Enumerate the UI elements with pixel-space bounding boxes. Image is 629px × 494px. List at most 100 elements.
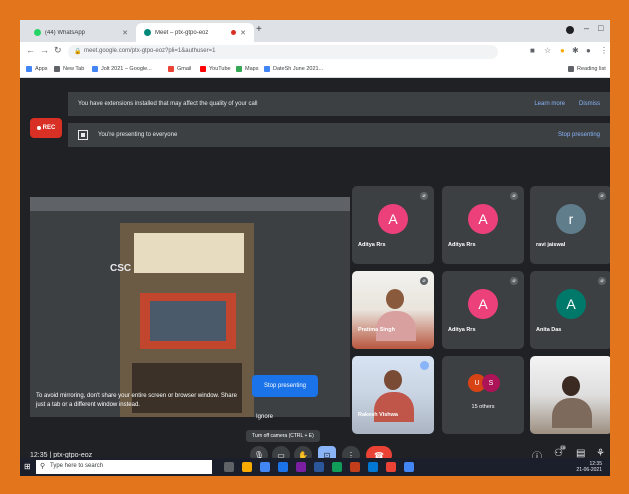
mic-off-icon: ⌀ [598,192,606,200]
address-bar-row: ← → ↻ 🔒 meet.google.com/ptx-gtpo-eoz?pli… [20,42,610,62]
mic-off-icon: ⌀ [420,277,428,285]
others-count: 15 others [471,404,495,410]
bookmark-apps[interactable]: Apps [26,66,48,72]
camera-in-use-icon[interactable]: ■ [530,46,535,55]
menu-icon[interactable]: ⋮ [600,46,608,55]
bookmark-youtube[interactable]: YouTube [200,66,231,72]
app-icon[interactable] [296,462,306,472]
maps-icon [236,66,242,72]
tab-search-icon[interactable] [566,26,574,34]
participant-tile[interactable]: A ⌀ Aditya Rrs [442,271,524,349]
stop-presenting-button[interactable]: Stop presenting [252,375,318,397]
document-photo [150,301,226,341]
extension-icon[interactable]: ● [560,46,565,55]
avatar: A [468,204,498,234]
person-head [562,376,580,396]
mic-off-icon: ⌀ [420,192,428,200]
bookmark-gmail[interactable]: Gmail [168,66,191,72]
banner-text: You're presenting to everyone [98,132,178,138]
bookmark-maps[interactable]: Maps [236,66,258,72]
app-icon[interactable] [386,462,396,472]
participant-tile[interactable]: ⌀ Pratima Singh [352,271,434,349]
tab-whatsapp[interactable]: (44) WhatsApp ✕ [26,23,136,42]
participant-tile[interactable]: r ⌀ ravi jaiswal [530,186,610,264]
people-count-badge: 18 [559,445,566,450]
present-screen-icon [78,130,88,140]
shared-window-toolbar [30,197,350,211]
search-placeholder: Type here to search [50,463,104,469]
new-tab-button[interactable]: + [256,24,262,35]
system-tray-clock[interactable]: 12:35 21-06-2021 [576,461,602,473]
avatar: A [556,289,586,319]
participant-name: Anita Das [536,327,562,333]
ignore-button[interactable]: Ignore [256,414,273,420]
edge-icon[interactable] [368,462,378,472]
learn-more-link[interactable]: Learn more [534,101,565,107]
close-icon[interactable]: ✕ [122,29,128,37]
app-icon[interactable] [404,462,414,472]
self-tile[interactable] [530,356,610,434]
windows-start-icon[interactable]: ⊞ [24,462,34,472]
person-head [386,289,404,309]
star-icon[interactable]: ☆ [544,46,551,55]
excel-icon[interactable] [332,462,342,472]
participant-name: Pratima Singh [358,327,395,333]
orange-frame: (44) WhatsApp ✕ Meet – ptx-gtpo-eoz ✕ + … [0,0,629,494]
camera-tooltip: Turn off camera (CTRL + E) [246,430,320,442]
reading-list-icon [568,66,574,72]
url-input[interactable]: 🔒 meet.google.com/ptx-gtpo-eoz?pli=1&aut… [68,45,498,59]
browser-tab-strip: (44) WhatsApp ✕ Meet – ptx-gtpo-eoz ✕ + … [20,20,610,42]
back-icon[interactable]: ← [26,45,35,55]
meet-area: REC You have extensions installed that m… [20,78,610,464]
document-logo: CSC [110,263,132,274]
profile-icon[interactable]: ● [586,46,591,55]
task-view-icon[interactable] [224,462,234,472]
mail-icon[interactable] [278,462,288,472]
person-body [376,311,416,341]
stop-presenting-link[interactable]: Stop presenting [558,132,600,138]
taskbar-search-input[interactable]: ⚲ Type here to search [36,460,212,474]
reload-icon[interactable]: ↻ [54,45,62,56]
bookmark-label: Maps [245,66,259,72]
speaking-indicator-icon [420,361,429,370]
maximize-icon[interactable]: □ [598,23,603,33]
minimize-icon[interactable]: – [584,23,589,33]
extensions-banner: You have extensions installed that may a… [68,92,610,116]
forward-icon[interactable]: → [40,45,49,55]
mirroring-warning: To avoid mirroring, don't share your ent… [36,393,237,408]
participant-tile[interactable]: A ⌀ Aditya Rrs [352,186,434,264]
dismiss-button[interactable]: Dismiss [579,101,600,107]
others-tile[interactable]: U S 15 others [442,356,524,434]
bookmarks-bar: Apps New Tab Jolt 2021 – Google... Gmail… [20,62,610,78]
close-icon[interactable]: ✕ [240,29,246,37]
meet-icon [144,29,151,36]
participant-tile[interactable]: A ⌀ Aditya Rrs [442,186,524,264]
file-explorer-icon[interactable] [242,462,252,472]
bookmark-jolt[interactable]: Jolt 2021 – Google... [92,66,152,72]
recording-dot-icon [231,30,237,35]
puzzle-icon[interactable]: ✱ [572,46,579,55]
bookmark-label: DateSh June 2021... [273,66,324,72]
tab-title: Meet – ptx-gtpo-eoz [155,29,209,36]
avatar: S [482,374,500,392]
tab-meet[interactable]: Meet – ptx-gtpo-eoz ✕ [136,23,254,42]
mic-off-icon: ⌀ [510,277,518,285]
word-icon[interactable] [314,462,324,472]
chrome-icon[interactable] [260,462,270,472]
participant-tile[interactable]: Rakesh Vishwa [352,356,434,434]
participant-name: Rakesh Vishwa [358,412,398,418]
bookmark-datesh[interactable]: DateSh June 2021... [264,66,323,72]
screen: (44) WhatsApp ✕ Meet – ptx-gtpo-eoz ✕ + … [20,20,610,476]
bookmark-new-tab[interactable]: New Tab [54,66,84,72]
avatar: A [378,204,408,234]
participant-tile[interactable]: A ⌀ Anita Das [530,271,610,349]
doc-icon [264,66,270,72]
participant-video [530,356,610,434]
reading-list-label: Reading list [577,66,606,72]
powerpoint-icon[interactable] [350,462,360,472]
search-icon: ⚲ [40,463,46,470]
youtube-icon [200,66,206,72]
reading-list[interactable]: Reading list [568,66,606,72]
person-body [552,398,592,428]
recording-dot-icon [36,126,41,130]
